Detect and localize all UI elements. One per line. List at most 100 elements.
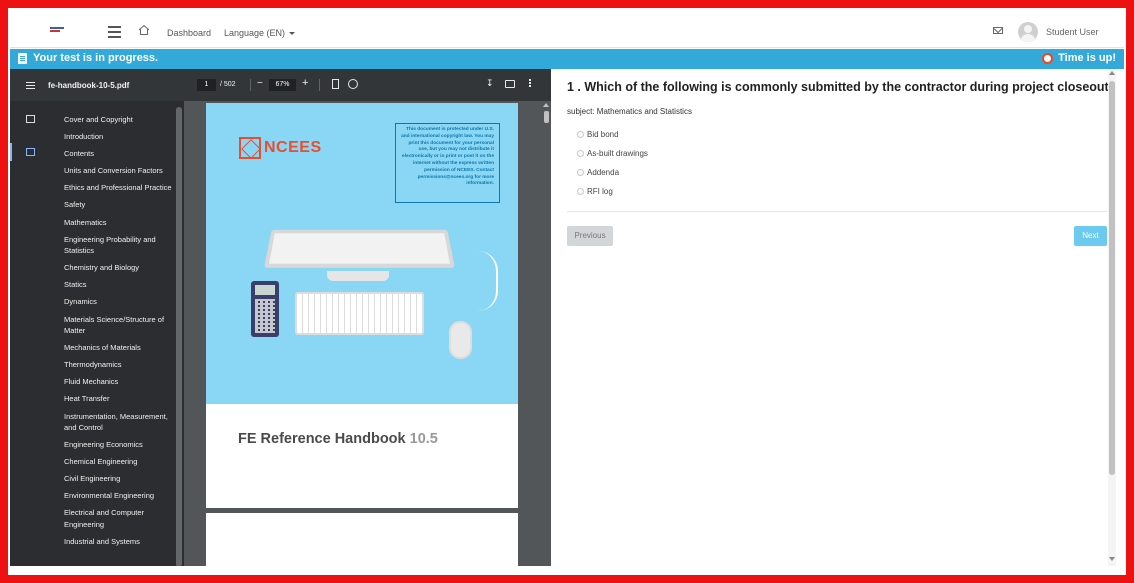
answer-option-label: As-built drawings xyxy=(587,149,648,158)
progress-text: Your test is in progress. xyxy=(33,52,159,64)
ncees-logo-icon xyxy=(239,137,261,159)
top-navbar: Dashboard Language (EN) Student User xyxy=(10,10,1124,48)
zoom-out-icon[interactable]: − xyxy=(257,78,263,89)
question-panel: 1 . Which of the following is commonly s… xyxy=(551,69,1124,566)
answer-option[interactable]: Addenda xyxy=(577,163,648,182)
app-logo[interactable] xyxy=(50,27,64,33)
active-indicator xyxy=(10,143,12,161)
nav-dashboard-link[interactable]: Dashboard xyxy=(167,28,211,38)
radio-button[interactable] xyxy=(577,169,584,176)
sidebar-mode-icons xyxy=(10,101,50,566)
handbook-title: FE Reference Handbook 10.5 xyxy=(238,431,438,447)
ncees-logo: NCEES xyxy=(239,137,322,159)
radio-button[interactable] xyxy=(577,150,584,157)
scroll-up-arrow-icon[interactable] xyxy=(543,103,549,107)
copyright-notice: This document is protected under U.S. an… xyxy=(395,123,500,203)
outline-item[interactable]: Instrumentation, Measurement, and Contro… xyxy=(64,411,176,434)
handbook-version: 10.5 xyxy=(409,431,438,447)
outline-view-icon[interactable] xyxy=(26,148,35,156)
toolbar-divider xyxy=(319,79,320,91)
outline-list: Cover and Copyright Introduction Contents U… xyxy=(64,114,176,553)
fit-page-icon[interactable] xyxy=(332,79,339,89)
outline-item[interactable]: Mathematics xyxy=(64,217,176,229)
test-progress-status: Your test is in progress. xyxy=(18,52,158,64)
outline-item[interactable]: Fluid Mechanics xyxy=(64,376,176,388)
answer-option[interactable]: As-built drawings xyxy=(577,144,648,163)
radio-button[interactable] xyxy=(577,131,584,138)
outline-item[interactable]: Civil Engineering xyxy=(64,473,176,485)
calculator-illustration xyxy=(251,281,279,337)
pdf-toolbar: fe-handbook-10-5.pdf 1 / 502 − 67% + ↧ xyxy=(10,69,551,101)
outline-item[interactable]: Industrial and Systems xyxy=(64,536,176,548)
outline-item[interactable]: Chemical Engineering xyxy=(64,456,176,468)
question-scrollbar-thumb[interactable] xyxy=(1109,81,1115,475)
sidebar-scrollbar-thumb[interactable] xyxy=(176,107,182,566)
language-dropdown[interactable]: Language (EN) xyxy=(224,28,296,38)
question-title: 1 . Which of the following is commonly s… xyxy=(567,80,1117,94)
chevron-down-icon xyxy=(289,32,296,36)
divider xyxy=(567,211,1107,212)
thumbnail-view-icon[interactable] xyxy=(26,115,35,123)
avatar[interactable] xyxy=(1018,22,1038,42)
outline-item[interactable]: Mechanics of Materials xyxy=(64,342,176,354)
zoom-level-input[interactable]: 67% xyxy=(269,79,296,91)
scroll-up-arrow-icon[interactable] xyxy=(1109,71,1115,75)
toolbar-divider xyxy=(250,79,251,91)
user-name[interactable]: Student User xyxy=(1046,27,1099,37)
zoom-in-icon[interactable]: + xyxy=(302,77,308,89)
timer-status: Time is up! xyxy=(1042,52,1116,64)
language-label: Language (EN) xyxy=(224,28,286,38)
monitor-illustration xyxy=(264,229,455,268)
question-subject: subject: Mathematics and Statistics xyxy=(567,107,692,116)
mail-icon[interactable] xyxy=(993,27,1003,34)
scroll-down-arrow-icon[interactable] xyxy=(1109,557,1115,561)
pdf-page-1: NCEES This document is protected under U… xyxy=(206,103,518,508)
outline-item[interactable]: Dynamics xyxy=(64,296,176,308)
outline-item[interactable]: Engineering Economics xyxy=(64,439,176,451)
cover-illustration: NCEES This document is protected under U… xyxy=(206,103,518,404)
download-icon[interactable]: ↧ xyxy=(486,78,494,89)
answer-option-label: Addenda xyxy=(587,168,620,177)
outline-item[interactable]: Materials Science/Structure of Matter xyxy=(64,314,176,337)
outline-item[interactable]: Electrical and Computer Engineering xyxy=(64,507,176,530)
answer-options: Bid bond As-built drawings Addenda RFI log xyxy=(577,125,648,201)
mouse-cable xyxy=(458,251,498,311)
outline-item[interactable]: Chemistry and Biology xyxy=(64,262,176,274)
sidebar-toggle-icon[interactable] xyxy=(26,82,35,91)
rotate-icon[interactable] xyxy=(348,79,358,89)
outline-item[interactable]: Statics xyxy=(64,279,176,291)
answer-option[interactable]: Bid bond xyxy=(577,125,648,144)
document-icon xyxy=(18,52,27,64)
pdf-page-area: NCEES This document is protected under U… xyxy=(184,101,551,566)
outline-item[interactable]: Introduction xyxy=(64,131,176,143)
outline-item[interactable]: Units and Conversion Factors xyxy=(64,165,176,177)
radio-button[interactable] xyxy=(577,188,584,195)
outline-item[interactable]: Contents xyxy=(64,148,176,160)
alarm-clock-icon xyxy=(1042,52,1054,64)
answer-option-label: RFI log xyxy=(587,187,613,196)
outline-item[interactable]: Heat Transfer xyxy=(64,393,176,405)
outline-item[interactable]: Environmental Engineering xyxy=(64,490,176,502)
pdf-file-name: fe-handbook-10-5.pdf xyxy=(48,81,130,90)
page-number-input[interactable]: 1 xyxy=(197,79,216,91)
pdf-outline-sidebar: Cover and Copyright Introduction Contents U… xyxy=(10,101,184,566)
previous-button[interactable]: Previous xyxy=(567,226,613,246)
outline-item[interactable]: Thermodynamics xyxy=(64,359,176,371)
menu-toggle-icon[interactable] xyxy=(108,26,121,41)
next-button[interactable]: Next xyxy=(1074,226,1107,246)
answer-option-label: Bid bond xyxy=(587,130,619,139)
pdf-viewer: fe-handbook-10-5.pdf 1 / 502 − 67% + ↧ C… xyxy=(10,69,551,566)
outline-item[interactable]: Ethics and Professional Practice xyxy=(64,182,176,194)
outline-item[interactable]: Engineering Probability and Statistics xyxy=(64,234,176,257)
handbook-title-text: FE Reference Handbook xyxy=(238,431,406,447)
monitor-stand xyxy=(327,271,389,281)
outline-item[interactable]: Safety xyxy=(64,199,176,211)
outline-item[interactable]: Cover and Copyright xyxy=(64,114,176,126)
keyboard-illustration xyxy=(295,292,424,335)
more-options-icon[interactable] xyxy=(529,79,531,81)
home-icon[interactable] xyxy=(138,24,150,36)
print-icon[interactable] xyxy=(505,80,515,88)
answer-option[interactable]: RFI log xyxy=(577,182,648,201)
ncees-logo-text: NCEES xyxy=(264,139,322,156)
page-scrollbar-thumb[interactable] xyxy=(544,111,549,123)
